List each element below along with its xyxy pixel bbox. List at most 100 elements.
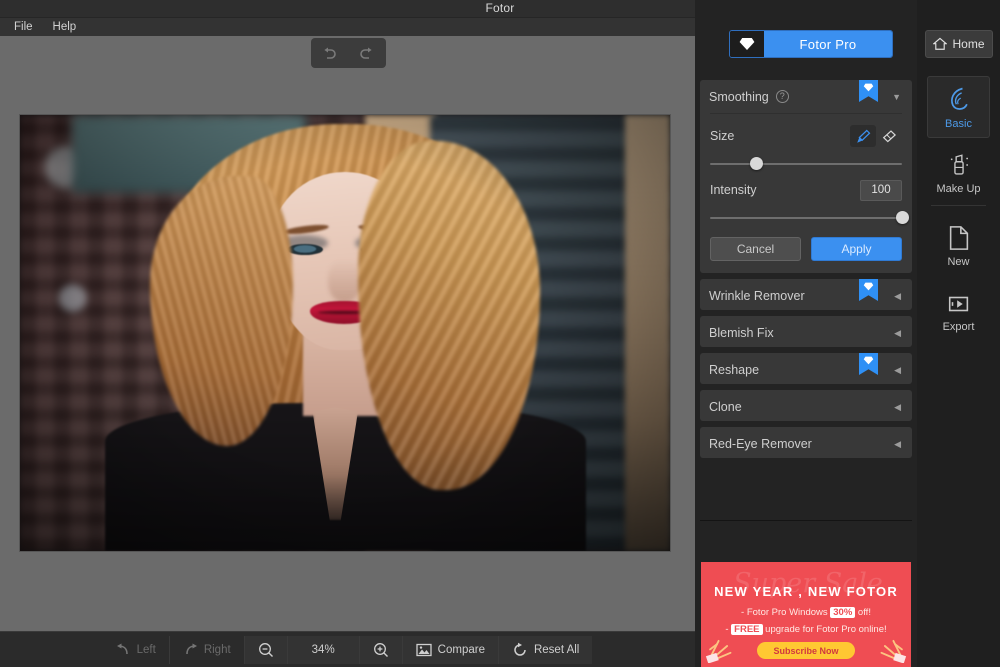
image-canvas[interactable] [20, 115, 670, 551]
tool-wrinkle-remover-header: Wrinkle Remover ◀ [700, 279, 912, 312]
size-slider-handle[interactable] [750, 157, 763, 170]
intensity-slider-track [710, 217, 902, 219]
tool-smoothing-header[interactable]: Smoothing ? ▼ [700, 80, 912, 113]
banner-line-2: - Fotor Pro Windows 30% off! [701, 607, 911, 618]
cancel-button[interactable]: Cancel [710, 237, 801, 261]
tool-clone-title: Clone [709, 400, 742, 414]
banner-headline: NEW YEAR , NEW FOTOR [701, 584, 911, 599]
redo-icon [358, 46, 375, 61]
chevron-left-icon[interactable]: ◀ [894, 291, 901, 302]
tool-reshape-header: Reshape ◀ [700, 353, 912, 386]
tool-wrinkle-remover[interactable]: Wrinkle Remover ◀ [700, 279, 912, 310]
chevron-left-icon[interactable]: ◀ [894, 402, 901, 413]
rotate-right-button[interactable]: Right [169, 636, 244, 664]
pro-ribbon-icon [859, 279, 878, 301]
bottom-toolbar: Left Right 34% [0, 631, 695, 667]
confetti-icon [705, 629, 739, 663]
pro-ribbon-icon [859, 80, 878, 102]
sidebar-divider [931, 205, 986, 206]
sidebar-item-basic[interactable]: Basic [927, 76, 990, 138]
tool-clone[interactable]: Clone ◀ [700, 390, 912, 421]
fotor-app-window: Fotor ✕ File Help [0, 0, 1000, 667]
tool-reshape-title: Reshape [709, 363, 759, 377]
chevron-down-icon[interactable]: ▼ [892, 92, 901, 102]
editor-canvas-area [0, 36, 695, 631]
tool-smoothing-body: Size [700, 113, 912, 273]
size-label: Size [710, 129, 734, 143]
rotate-right-label: Right [204, 644, 231, 656]
page-icon [947, 225, 971, 251]
fotor-pro-button[interactable]: Fotor Pro [729, 30, 893, 58]
home-button[interactable]: Home [925, 30, 993, 58]
menu-file[interactable]: File [14, 21, 33, 33]
chevron-left-icon[interactable]: ◀ [894, 365, 901, 376]
reset-icon [512, 642, 528, 658]
tools-panel: Fotor Pro Smoothing ? ▼ Size [695, 0, 917, 667]
sidebar-item-basic-label: Basic [945, 118, 972, 130]
intensity-value[interactable]: 100 [860, 180, 902, 201]
size-slider[interactable] [710, 153, 902, 175]
sidebar-item-new-label: New [947, 256, 969, 268]
zoom-in-button[interactable] [359, 636, 402, 664]
intensity-slider-handle[interactable] [896, 211, 909, 224]
banner-line-3-suffix: upgrade for Fotor Pro online! [765, 624, 886, 635]
divider [710, 113, 902, 114]
sidebar-item-makeup-label: Make Up [936, 183, 980, 195]
panel-divider [700, 520, 912, 521]
menu-help[interactable]: Help [53, 21, 77, 33]
compare-image-icon [416, 643, 432, 657]
menu-bar: File Help [0, 18, 695, 36]
tool-blemish-fix-header: Blemish Fix ◀ [700, 316, 912, 349]
help-icon[interactable]: ? [776, 90, 789, 103]
intensity-slider[interactable] [710, 207, 902, 229]
redo-button[interactable] [348, 38, 385, 68]
apply-button[interactable]: Apply [811, 237, 902, 261]
intensity-row: Intensity 100 [710, 179, 902, 201]
zoom-level-value[interactable]: 34% [287, 636, 359, 664]
diamond-icon [730, 31, 764, 57]
promo-banner[interactable]: Super Sale NEW YEAR , NEW FOTOR - Fotor … [701, 562, 911, 667]
portrait-photo [20, 115, 670, 551]
tool-list: Smoothing ? ▼ Size [700, 80, 912, 464]
tool-reshape[interactable]: Reshape ◀ [700, 353, 912, 384]
tool-smoothing: Smoothing ? ▼ Size [700, 80, 912, 273]
undo-icon [321, 46, 338, 61]
compare-button[interactable]: Compare [402, 636, 498, 664]
eraser-button[interactable] [876, 125, 902, 147]
home-label: Home [952, 37, 984, 51]
rotate-right-icon [183, 643, 198, 657]
home-icon [933, 37, 947, 51]
chevron-left-icon[interactable]: ◀ [894, 439, 901, 450]
pro-ribbon-icon [859, 353, 878, 375]
confetti-icon [873, 629, 907, 663]
rotate-left-button[interactable]: Left [103, 636, 169, 664]
tool-clone-header: Clone ◀ [700, 390, 912, 423]
reset-all-label: Reset All [534, 644, 579, 656]
undo-redo-toolbar [311, 38, 386, 68]
rotate-left-icon [116, 643, 131, 657]
tool-red-eye-remover[interactable]: Red-Eye Remover ◀ [700, 427, 912, 458]
zoom-out-icon [258, 642, 274, 658]
brush-eraser-toggle [850, 125, 902, 147]
tool-smoothing-title: Smoothing [709, 90, 769, 104]
action-buttons: Cancel Apply [710, 237, 902, 261]
right-sidebar: Home Basic Make Up [917, 0, 1000, 667]
chevron-left-icon[interactable]: ◀ [894, 328, 901, 339]
zoom-out-button[interactable] [244, 636, 287, 664]
tool-blemish-fix[interactable]: Blemish Fix ◀ [700, 316, 912, 347]
reset-all-button[interactable]: Reset All [498, 636, 592, 664]
sidebar-item-export-label: Export [943, 321, 975, 333]
subscribe-now-button[interactable]: Subscribe Now [757, 642, 855, 659]
sidebar-item-new[interactable]: New [927, 215, 990, 277]
sidebar-item-makeup[interactable]: Make Up [927, 142, 990, 204]
banner-discount-tag: 30% [830, 607, 855, 618]
tool-blemish-fix-title: Blemish Fix [709, 326, 774, 340]
brush-button[interactable] [850, 125, 876, 147]
banner-line-2-prefix: - Fotor Pro Windows [741, 607, 828, 618]
intensity-label: Intensity [710, 183, 757, 197]
rotate-left-label: Left [137, 644, 156, 656]
size-row: Size [710, 125, 902, 147]
bottom-toolbar-group: Left Right 34% [103, 636, 593, 664]
undo-button[interactable] [311, 38, 348, 68]
sidebar-item-export[interactable]: Export [927, 281, 990, 343]
